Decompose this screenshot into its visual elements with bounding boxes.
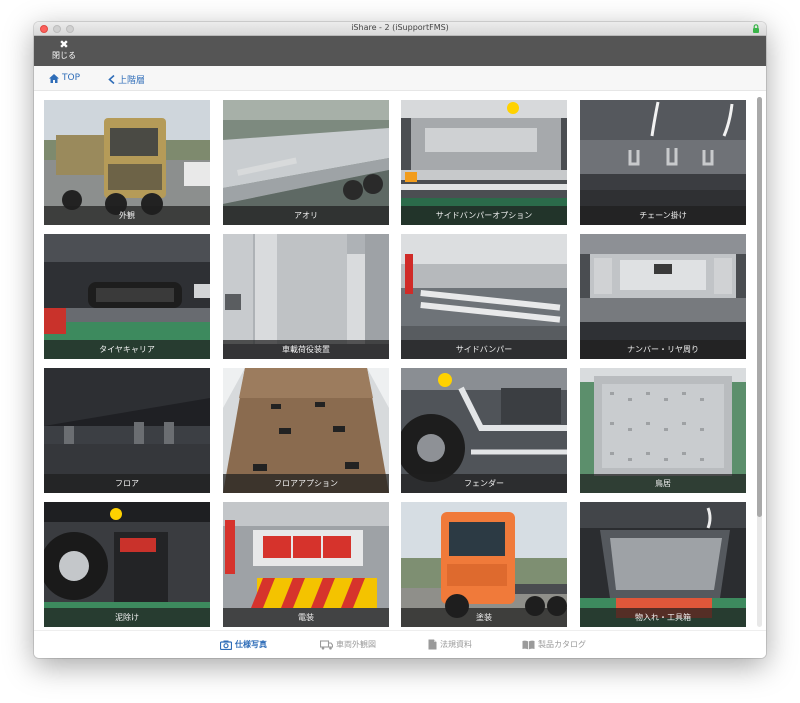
title-bar: iShare - 2 (iSupportFMS): [34, 22, 766, 36]
tile-label: サイドバンパーオプション: [401, 206, 567, 225]
tab-vehicle-drawing[interactable]: 車両外観図: [320, 639, 376, 650]
close-icon: ✖: [59, 38, 69, 51]
breadcrumb: TOP 上階層: [34, 66, 766, 91]
photo-tile-side-bumper[interactable]: サイドバンパー: [401, 234, 567, 359]
tab-label: 法規資料: [440, 640, 472, 649]
close-button[interactable]: ✖ 閉じる: [48, 39, 80, 63]
tile-label: ナンバー・リヤ周り: [580, 340, 746, 359]
truck-icon: [320, 639, 333, 650]
photo-tile-fender[interactable]: フェンダー: [401, 368, 567, 493]
camera-icon: [220, 640, 232, 650]
photo-tile-mudguard[interactable]: 泥除け: [44, 502, 210, 627]
tab-spec-photos[interactable]: 仕様写真: [220, 639, 267, 650]
app-window: iShare - 2 (iSupportFMS) ✖ 閉じる TOP 上階層 外…: [34, 22, 766, 658]
tile-label: サイドバンパー: [401, 340, 567, 359]
tile-label: フェンダー: [401, 474, 567, 493]
photo-tile-plate-rear[interactable]: ナンバー・リヤ周り: [580, 234, 746, 359]
home-icon: [49, 73, 59, 83]
photo-tile-loading-device[interactable]: 車載荷役装置: [223, 234, 389, 359]
tab-product-catalog[interactable]: 製品カタログ: [522, 639, 586, 650]
tile-label: 泥除け: [44, 608, 210, 627]
tile-label: 塗装: [401, 608, 567, 627]
tab-label: 製品カタログ: [538, 640, 586, 649]
nav-top-label: TOP: [62, 73, 81, 83]
photo-tile-floor-option[interactable]: フロアアプション: [223, 368, 389, 493]
lock-icon: [753, 24, 759, 33]
photo-tile-side-bumper-option[interactable]: サイドバンパーオプション: [401, 100, 567, 225]
tile-label: フロア: [44, 474, 210, 493]
tab-regulations[interactable]: 法規資料: [428, 639, 472, 650]
tile-label: タイヤキャリア: [44, 340, 210, 359]
scroll-thumb[interactable]: [757, 97, 762, 517]
tile-label: チェーン掛け: [580, 206, 746, 225]
scrollbar[interactable]: [757, 97, 762, 627]
nav-top-link[interactable]: TOP: [49, 73, 80, 83]
photo-tile-headboard[interactable]: 鳥居: [580, 368, 746, 493]
tile-label: 電装: [223, 608, 389, 627]
tile-label: 物入れ・工具箱: [580, 608, 746, 627]
tile-label: フロアアプション: [223, 474, 389, 493]
tab-label: 仕様写真: [235, 640, 267, 649]
chevron-left-icon: [108, 75, 115, 84]
tile-label: 外観: [44, 206, 210, 225]
photo-tile-chain-hook[interactable]: チェーン掛け: [580, 100, 746, 225]
nav-up-label: 上階層: [118, 76, 146, 86]
nav-up-link[interactable]: 上階層: [108, 73, 145, 86]
tile-label: アオリ: [223, 206, 389, 225]
photo-tile-toolbox[interactable]: 物入れ・工具箱: [580, 502, 746, 627]
close-button-label: 閉じる: [52, 51, 76, 60]
window-title: iShare - 2 (iSupportFMS): [351, 23, 449, 32]
photo-grid: 外観 アオリ サイドバンパーオプション チェーン掛け タイヤキャリア 車載荷役装…: [34, 92, 766, 630]
tile-label: 車載荷役装置: [223, 340, 389, 359]
tile-label: 鳥居: [580, 474, 746, 493]
photo-tile-exterior[interactable]: 外観: [44, 100, 210, 225]
photo-tile-paint[interactable]: 塗装: [401, 502, 567, 627]
toolbar: ✖ 閉じる: [34, 36, 766, 66]
bottom-tab-bar: 仕様写真 車両外観図 法規資料 製品カタログ: [34, 630, 766, 658]
photo-tile-gate[interactable]: アオリ: [223, 100, 389, 225]
photo-tile-floor[interactable]: フロア: [44, 368, 210, 493]
photo-tile-tire-carrier[interactable]: タイヤキャリア: [44, 234, 210, 359]
document-icon: [428, 639, 437, 650]
book-icon: [522, 640, 535, 649]
photo-tile-electrical[interactable]: 電装: [223, 502, 389, 627]
tab-label: 車両外観図: [336, 640, 376, 649]
